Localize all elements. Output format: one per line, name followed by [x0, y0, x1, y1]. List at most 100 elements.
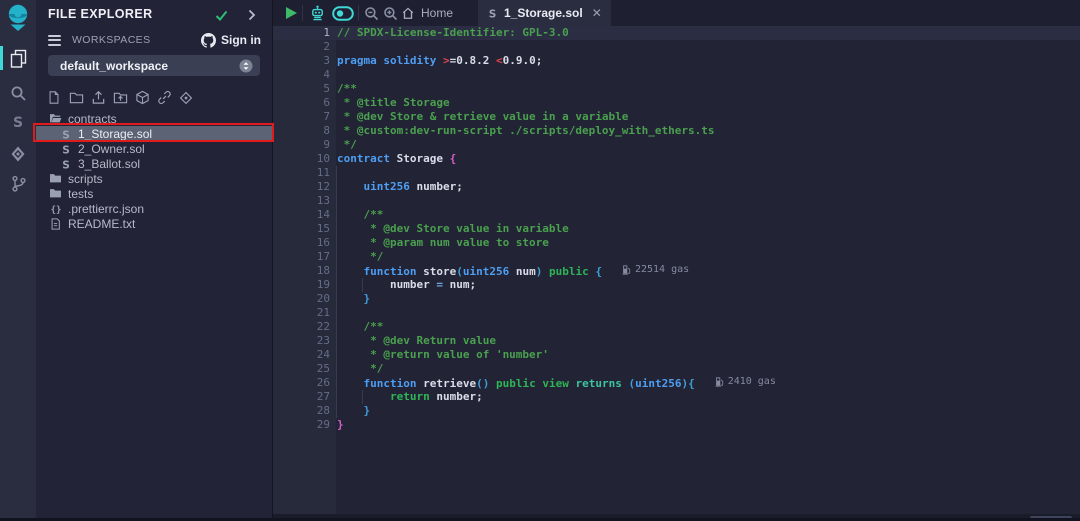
line-number: 12 [273, 180, 330, 194]
code-line-12: 12 uint256 number; [273, 180, 1080, 194]
new-file-icon[interactable] [46, 90, 62, 106]
tree-item-readme-txt[interactable]: README.txt [36, 216, 273, 231]
solidity-file-icon: S [59, 128, 72, 140]
panel-title: FILE EXPLORER [48, 7, 153, 21]
workspaces-label: WORKSPACES [72, 34, 150, 46]
line-number: 19 [273, 278, 330, 292]
svg-text:S: S [62, 144, 70, 155]
code-text: */ [337, 362, 383, 376]
upload-folder-icon[interactable] [112, 90, 128, 106]
code-line-29: 29} [273, 418, 1080, 432]
tree-item-label: 1_Storage.sol [78, 127, 152, 141]
sidebar-item-search[interactable] [0, 80, 36, 106]
editor-region: Home S 1_Storage.sol ✕ 1// SPDX-License-… [273, 0, 1080, 521]
workspace-selected-value: default_workspace [60, 59, 168, 73]
zoom-in-icon[interactable] [381, 0, 399, 26]
upload-file-icon[interactable] [90, 90, 106, 106]
tree-item-contracts[interactable]: contracts [36, 111, 273, 126]
tree-item-label: 2_Owner.sol [78, 142, 145, 156]
line-number: 21 [273, 306, 330, 320]
code-text: function store(uint256 num) public {2251… [337, 264, 689, 279]
code-text: /** [337, 208, 383, 222]
diamond-icon[interactable] [178, 90, 194, 106]
folder-icon [49, 173, 62, 184]
svg-text:S: S [489, 8, 497, 19]
code-line-27: 27 return number; [273, 390, 1080, 404]
remix-logo[interactable] [0, 2, 36, 34]
code-editor[interactable]: 1// SPDX-License-Identifier: GPL-3.023pr… [273, 26, 1080, 514]
code-line-10: 10contract Storage { [273, 152, 1080, 166]
tree-item-1-storage-sol[interactable]: S 1_Storage.sol [36, 126, 273, 141]
code-text: * @return value of 'number' [337, 348, 549, 362]
git-branch-icon [10, 175, 27, 193]
line-number: 23 [273, 334, 330, 348]
solidity-compiler-icon: S [9, 113, 27, 131]
line-number: 14 [273, 208, 330, 222]
folder-icon [49, 188, 62, 199]
tree-item-label: scripts [68, 172, 103, 186]
tree-item--prettierrc-json[interactable]: {}.prettierrc.json [36, 201, 273, 216]
box-icon[interactable] [134, 90, 150, 106]
home-icon [401, 6, 415, 20]
code-line-1: 1// SPDX-License-Identifier: GPL-3.0 [273, 26, 1080, 40]
workspace-menu-icon[interactable] [48, 35, 61, 46]
svg-text:S: S [13, 115, 23, 131]
code-line-25: 25 */ [273, 362, 1080, 376]
code-text: number = num; [337, 278, 476, 292]
sidebar-item-file-explorer[interactable] [0, 46, 36, 72]
zoom-out-icon[interactable] [362, 0, 380, 26]
code-line-13: 13 [273, 194, 1080, 208]
tree-item-label: contracts [68, 112, 117, 126]
code-line-21: 21 [273, 306, 1080, 320]
code-text: } [337, 292, 370, 306]
file-explorer-toolbar [46, 89, 194, 106]
line-number: 20 [273, 292, 330, 306]
sidebar-item-git[interactable] [0, 171, 36, 197]
line-number: 13 [273, 194, 330, 208]
tab-home[interactable]: Home [401, 0, 453, 26]
tree-item-3-ballot-sol[interactable]: S3_Ballot.sol [36, 156, 273, 171]
close-tab-icon[interactable]: ✕ [592, 6, 602, 20]
line-number: 11 [273, 166, 330, 180]
line-number: 7 [273, 110, 330, 124]
line-number: 25 [273, 362, 330, 376]
line-number: 28 [273, 404, 330, 418]
code-text: */ [337, 138, 357, 152]
line-number: 17 [273, 250, 330, 264]
code-text: * @dev Store value in variable [337, 222, 569, 236]
code-line-11: 11 [273, 166, 1080, 180]
code-text: function retrieve() public view returns … [337, 376, 776, 391]
import-link-icon[interactable] [156, 90, 172, 106]
line-number: 29 [273, 418, 330, 432]
code-line-18: 18 function store(uint256 num) public {2… [273, 264, 1080, 278]
file-explorer-icon [9, 49, 28, 69]
tree-item-2-owner-sol[interactable]: S 2_Owner.sol [36, 141, 273, 156]
tree-item-label: .prettierrc.json [68, 202, 144, 216]
accept-check-icon[interactable] [215, 8, 228, 26]
sidebar-item-deploy-and-run[interactable] [0, 141, 36, 167]
expand-chevron-icon[interactable] [248, 8, 256, 26]
tree-item-tests[interactable]: tests [36, 186, 273, 201]
editor-header: Home S 1_Storage.sol ✕ [273, 0, 1080, 26]
ai-copilot-icon[interactable] [306, 0, 328, 26]
code-text: * @custom:dev-run-script ./scripts/deplo… [337, 124, 715, 138]
code-text: * @title Storage [337, 96, 450, 110]
code-line-24: 24 * @return value of 'number' [273, 348, 1080, 362]
code-line-7: 7 * @dev Store & retrieve value in a var… [273, 110, 1080, 124]
tab-1-storage-sol[interactable]: S 1_Storage.sol ✕ [478, 0, 611, 26]
line-number: 10 [273, 152, 330, 166]
workspace-select[interactable]: default_workspace [48, 55, 260, 76]
sign-in-label: Sign in [221, 33, 261, 47]
file-tree: contracts S 1_Storage.sol S 2_Owner.solS3_Ba… [36, 111, 273, 231]
code-line-20: 20 } [273, 292, 1080, 306]
github-sign-in-button[interactable]: Sign in [201, 32, 261, 48]
sidebar-item-solidity-compiler[interactable]: S [0, 109, 36, 135]
code-text: uint256 number; [337, 180, 463, 194]
code-text: * @dev Return value [337, 334, 496, 348]
copilot-toggle[interactable] [330, 0, 356, 26]
run-script-button[interactable] [281, 0, 301, 26]
new-folder-icon[interactable] [68, 90, 84, 106]
line-number: 2 [273, 40, 330, 54]
tree-item-scripts[interactable]: scripts [36, 171, 273, 186]
select-arrows-icon [239, 59, 253, 78]
